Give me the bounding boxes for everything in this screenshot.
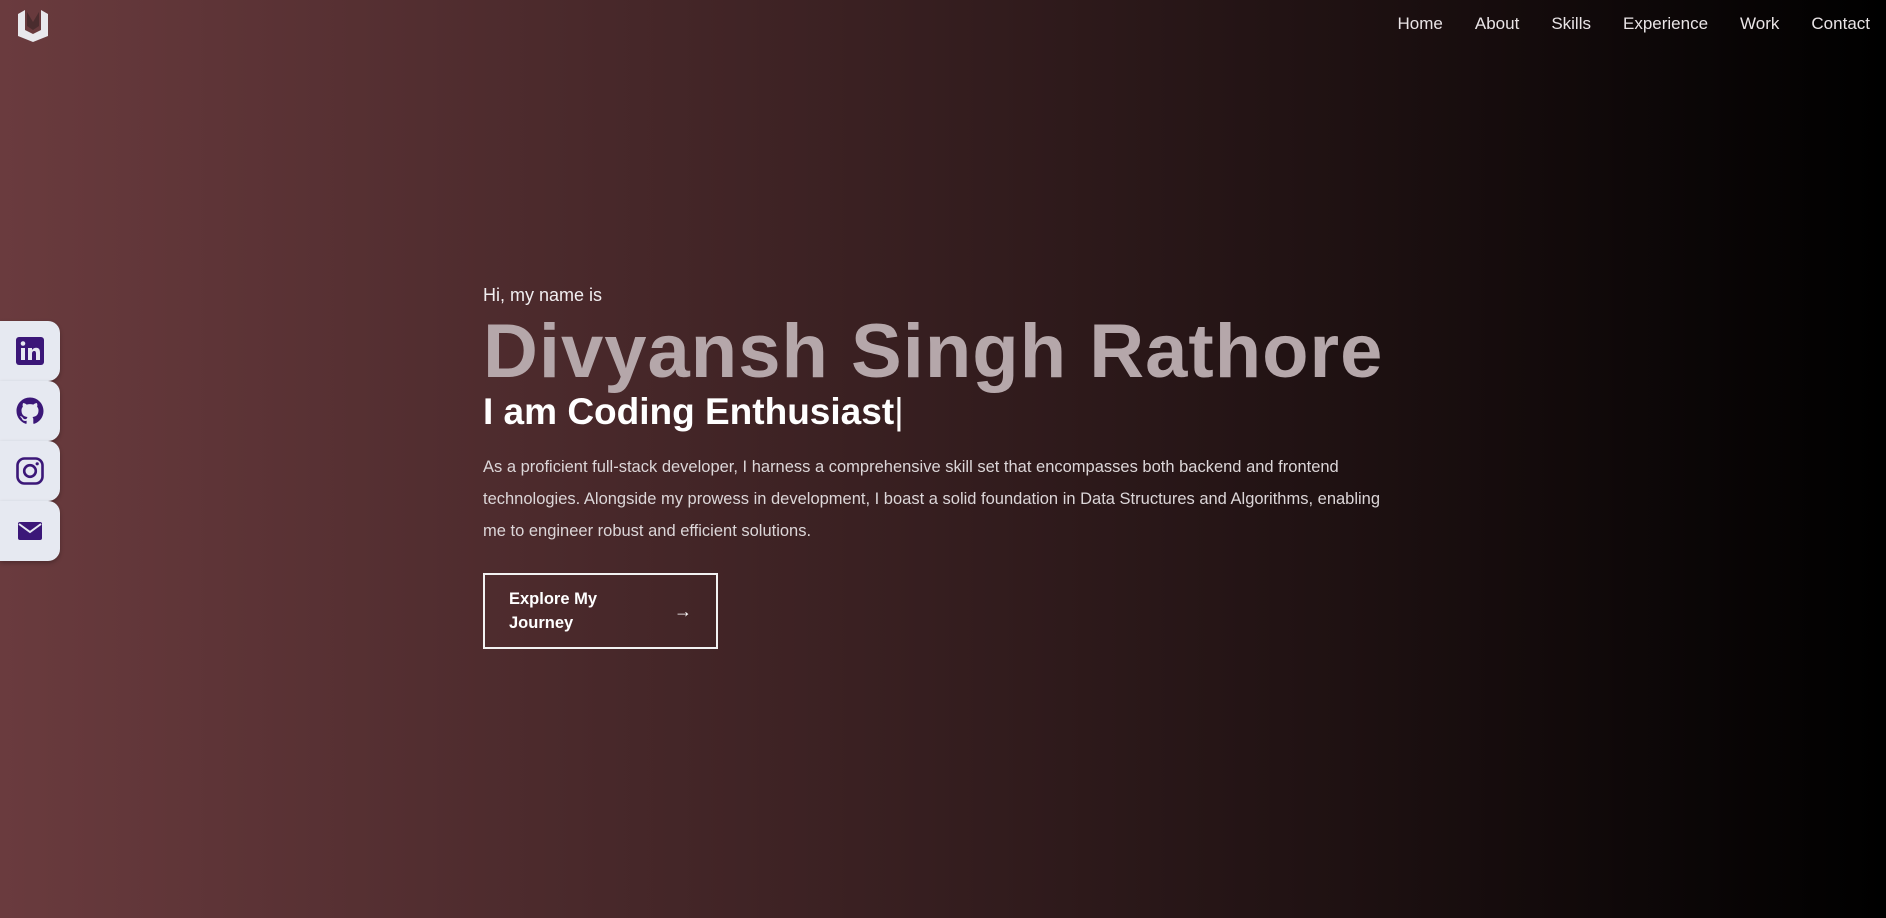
nav-about[interactable]: About <box>1475 14 1519 34</box>
main-nav: Home About Skills Experience Work Contac… <box>1398 14 1870 34</box>
site-logo-icon[interactable] <box>13 4 53 44</box>
instagram-icon <box>16 457 44 485</box>
hero-tagline: I am Coding Enthusiast| <box>483 391 1403 433</box>
nav-work[interactable]: Work <box>1740 14 1779 34</box>
social-sidebar <box>0 321 60 561</box>
social-link-instagram[interactable] <box>0 441 60 501</box>
mail-icon <box>18 522 42 540</box>
hero-description: As a proficient full-stack developer, I … <box>483 458 1381 540</box>
hero-page: Home About Skills Experience Work Contac… <box>0 0 1886 918</box>
hero-section: Hi, my name is Divyansh Singh Rathore I … <box>483 284 1403 649</box>
github-icon <box>16 397 44 424</box>
typing-cursor: | <box>894 391 904 432</box>
social-link-email[interactable] <box>0 501 60 561</box>
nav-home[interactable]: Home <box>1398 14 1443 34</box>
explore-journey-button[interactable]: Explore My Journey → <box>483 573 718 649</box>
nav-contact[interactable]: Contact <box>1811 14 1870 34</box>
nav-experience[interactable]: Experience <box>1623 14 1708 34</box>
linkedin-icon <box>16 337 44 365</box>
social-link-linkedin[interactable] <box>0 321 60 381</box>
arrow-right-icon: → <box>674 600 692 621</box>
explore-journey-label: Explore My Journey <box>509 590 598 632</box>
social-link-github[interactable] <box>0 381 60 441</box>
nav-skills[interactable]: Skills <box>1551 14 1591 34</box>
hero-name: Divyansh Singh Rathore <box>483 309 1384 394</box>
hero-greeting: Hi, my name is <box>483 285 603 305</box>
typed-text: I am Coding Enthusiast <box>483 391 895 432</box>
